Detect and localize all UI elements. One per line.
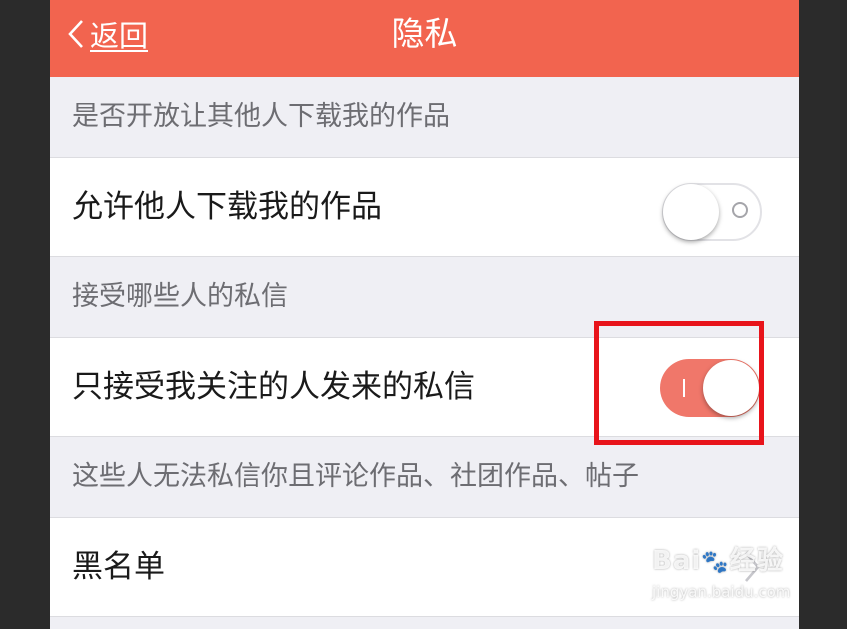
section-header-download: 是否开放让其他人下载我的作品 <box>50 77 799 157</box>
watermark-url: jingyan.baidu.com <box>652 583 791 601</box>
toggle-off-indicator-icon <box>732 202 748 218</box>
paw-icon: 🐾 <box>701 550 730 575</box>
privacy-screen: 返回 隐私 是否开放让其他人下载我的作品 允许他人下载我的作品 接受哪些人的私信… <box>50 0 799 629</box>
navigation-bar: 返回 隐私 <box>50 0 799 77</box>
allow-download-toggle[interactable] <box>662 183 762 241</box>
toggle-knob <box>663 184 719 240</box>
section-header-blacklist: 这些人无法私信你且评论作品、社团作品、帖子 <box>50 437 799 517</box>
blacklist-label: 黑名单 <box>72 549 165 585</box>
watermark: Bai🐾经验 jingyan.baidu.com <box>652 540 790 601</box>
allow-download-cell: 允许他人下载我的作品 <box>50 157 799 257</box>
annotation-highlight-box <box>594 321 764 445</box>
page-title: 隐私 <box>391 14 458 53</box>
watermark-logo: Bai🐾经验 <box>652 546 784 576</box>
allow-download-label: 允许他人下载我的作品 <box>72 189 382 225</box>
followed-only-messages-label: 只接受我关注的人发来的私信 <box>72 369 475 405</box>
